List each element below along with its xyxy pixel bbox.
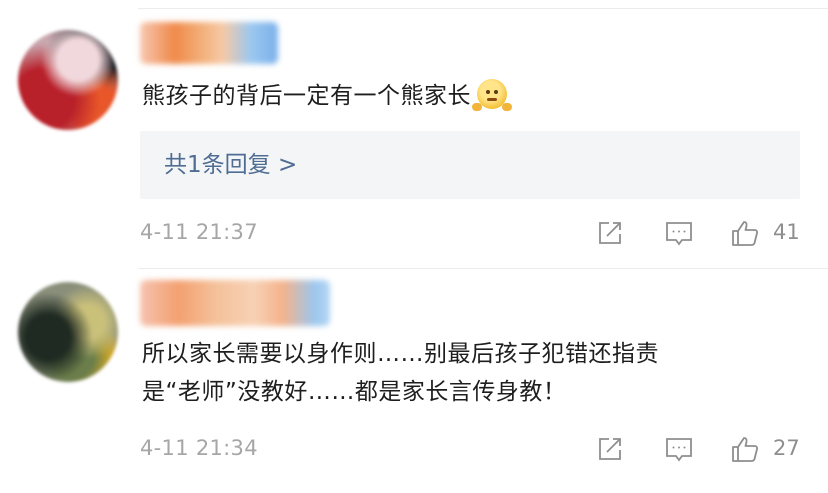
timestamp: 4-11 21:37 [140,220,258,244]
comment-item: 所以家长需要以身作则……别最后孩子犯错还指责 是“老师”没教好……都是家长言传身… [0,270,828,493]
comment-text-line: 是“老师”没教好……都是家长言传身教！ [142,379,567,405]
divider [138,268,828,269]
like-count: 41 [773,220,800,244]
reply-preview-box[interactable]: 共1条回复 > [140,131,800,199]
avatar[interactable] [18,30,118,130]
comment-text: 熊孩子的背后一定有一个熊家长 [142,77,512,115]
divider [138,8,828,9]
comment-item: 熊孩子的背后一定有一个熊家长 共1条回复 > 4-11 21:37 41 [0,10,828,268]
username-blurred[interactable] [140,280,330,326]
comment-text-content: 熊孩子的背后一定有一个熊家长 [142,83,471,109]
thumbs-up-icon[interactable] [730,434,760,464]
share-icon[interactable] [595,434,625,464]
comment-text-line: 所以家长需要以身作则……别最后孩子犯错还指责 [142,341,659,367]
username-blurred[interactable] [140,22,278,64]
thumbs-up-icon[interactable] [730,218,760,248]
comment-text: 所以家长需要以身作则……别最后孩子犯错还指责 是“老师”没教好……都是家长言传身… [142,335,822,411]
comment-icon[interactable] [664,434,694,464]
like-count: 27 [773,436,800,460]
view-replies-link[interactable]: 共1条回复 > [164,146,297,184]
comment-footer: 4-11 21:34 27 [140,432,800,466]
shrug-emoji-icon [472,79,512,111]
avatar[interactable] [18,282,118,382]
share-icon[interactable] [595,218,625,248]
comment-footer: 4-11 21:37 41 [140,216,800,250]
timestamp: 4-11 21:34 [140,436,258,460]
comment-icon[interactable] [664,218,694,248]
